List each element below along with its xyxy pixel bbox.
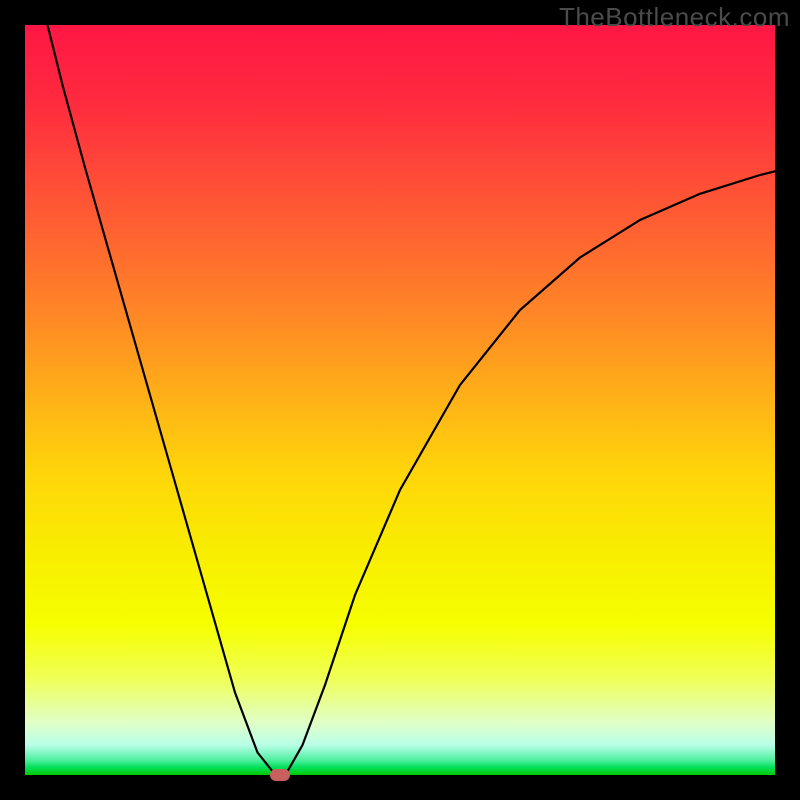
- watermark-text: TheBottleneck.com: [559, 2, 790, 33]
- optimal-marker: [270, 769, 290, 781]
- plot-area: [25, 25, 775, 775]
- chart-frame: TheBottleneck.com: [0, 0, 800, 800]
- curve-svg: [25, 25, 775, 775]
- bottleneck-curve: [48, 25, 776, 775]
